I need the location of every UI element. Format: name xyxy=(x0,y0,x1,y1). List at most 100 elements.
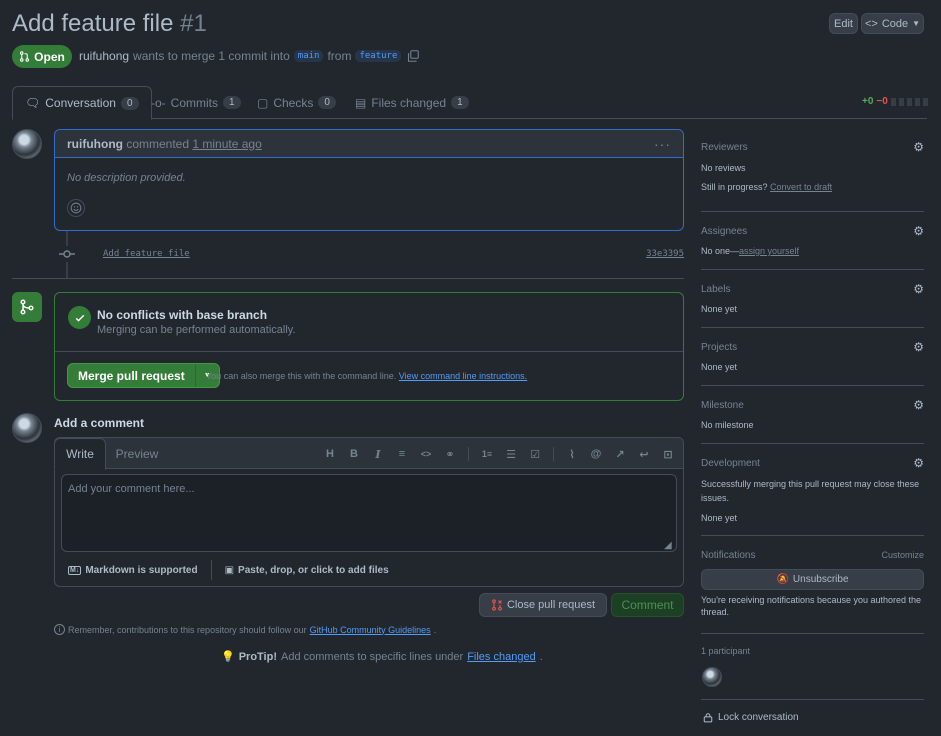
gear-icon[interactable]: ⚙ xyxy=(913,282,924,296)
toolbar-divider xyxy=(553,447,554,461)
link-icon[interactable]: ⚭ xyxy=(443,447,457,461)
author-link[interactable]: ruifuhong xyxy=(79,49,129,63)
fullscreen-icon[interactable]: ⊡ xyxy=(661,447,675,461)
gear-icon[interactable]: ⚙ xyxy=(913,340,924,354)
gear-icon[interactable]: ⚙ xyxy=(913,224,924,238)
head-branch[interactable]: feature xyxy=(355,50,402,62)
light-bulb-icon: 💡 xyxy=(221,651,235,663)
editor-toolbar: Write Preview H B I ≡ <> ⚭ 1≡ ☰ ☑ ⌇ @ ↗ … xyxy=(54,438,683,470)
base-branch[interactable]: main xyxy=(293,50,324,62)
tab-counter: 1 xyxy=(451,96,469,109)
convert-to-draft-link[interactable]: Convert to draft xyxy=(770,182,832,192)
avatar[interactable] xyxy=(702,667,722,687)
merge-status: No conflicts with base branch Merging ca… xyxy=(55,293,683,352)
tab-label: Conversation xyxy=(45,96,116,110)
comment-author[interactable]: ruifuhong xyxy=(67,137,123,151)
code-label: Code xyxy=(881,17,909,30)
commit-message[interactable]: Add feature file xyxy=(103,249,190,259)
assignees-text: No one— xyxy=(701,246,740,256)
tab-checks[interactable]: ▢ Checks 0 xyxy=(257,86,336,119)
comment-button[interactable]: Comment xyxy=(611,593,684,617)
meta-from: from xyxy=(327,49,352,63)
code-icon[interactable]: <> xyxy=(419,447,433,461)
attach-label: Paste, drop, or click to add files xyxy=(238,564,389,576)
copy-icon[interactable] xyxy=(407,50,420,62)
comment-time[interactable]: 1 minute ago xyxy=(192,137,261,151)
draft-note: Still in progress? Convert to draft xyxy=(701,182,832,192)
tab-label: Files changed xyxy=(371,95,447,110)
gear-icon[interactable]: ⚙ xyxy=(913,140,924,154)
heading-icon[interactable]: H xyxy=(323,447,337,461)
commit-row: Add feature file 33e3395 xyxy=(59,246,684,262)
cross-reference-icon[interactable]: ↗ xyxy=(613,447,627,461)
quote-icon[interactable]: ≡ xyxy=(395,447,409,461)
comment-editor: Write Preview H B I ≡ <> ⚭ 1≡ ☰ ☑ ⌇ @ ↗ … xyxy=(54,437,684,587)
check-icon xyxy=(68,306,91,329)
sidebar-notifications: Notifications Customize You're receiving… xyxy=(701,550,924,634)
image-icon: ▣ xyxy=(224,564,235,576)
sidebar-title[interactable]: Projects xyxy=(701,342,737,353)
development-none: None yet xyxy=(701,513,738,523)
sidebar-title[interactable]: Milestone xyxy=(701,400,744,411)
commit-sha[interactable]: 33e3395 xyxy=(646,249,684,259)
meta-text: wants to merge 1 commit into xyxy=(133,49,290,63)
avatar[interactable] xyxy=(12,129,42,159)
unordered-list-icon[interactable]: ☰ xyxy=(504,447,518,461)
lock-label: Lock conversation xyxy=(718,712,799,723)
tab-counter: 0 xyxy=(318,96,336,109)
lock-conversation[interactable]: Lock conversation xyxy=(703,712,799,723)
close-pull-request-button[interactable]: Close pull request xyxy=(479,593,607,617)
code-button[interactable]: <> Code ▼ xyxy=(861,13,924,34)
sidebar-labels: Labels ⚙ None yet xyxy=(701,282,924,328)
comment-textarea[interactable]: Add your comment here... xyxy=(61,474,677,552)
sidebar-projects: Projects ⚙ None yet xyxy=(701,340,924,386)
add-comment-heading: Add a comment xyxy=(54,416,145,430)
comment-header: ruifuhong commented 1 minute ago ··· xyxy=(55,130,683,158)
command-line-link[interactable]: View command line instructions. xyxy=(399,371,527,381)
edit-button[interactable]: Edit xyxy=(829,13,858,34)
resize-handle-icon[interactable]: ◢ xyxy=(664,540,672,551)
tab-preview[interactable]: Preview xyxy=(107,438,167,470)
ordered-list-icon[interactable]: 1≡ xyxy=(480,447,494,461)
tab-files-changed[interactable]: ▤ Files changed 1 xyxy=(355,86,469,119)
tab-commits[interactable]: -o- Commits 1 xyxy=(151,86,241,119)
bold-icon[interactable]: B xyxy=(347,447,361,461)
sidebar-title[interactable]: Reviewers xyxy=(701,142,748,153)
footer-divider xyxy=(210,560,212,580)
diffstat-additions: +0 xyxy=(862,96,874,107)
kebab-menu-icon[interactable]: ··· xyxy=(654,136,671,152)
guidelines-note: i Remember, contributions to this reposi… xyxy=(54,624,436,635)
attach-files[interactable]: ▣ Paste, drop, or click to add files xyxy=(225,565,389,576)
diffstat-block xyxy=(890,97,896,106)
sidebar-title[interactable]: Labels xyxy=(701,284,730,295)
files-changed-link[interactable]: Files changed xyxy=(467,651,536,663)
sidebar-title[interactable]: Assignees xyxy=(701,226,747,237)
tab-write[interactable]: Write xyxy=(54,438,106,470)
customize-link[interactable]: Customize xyxy=(881,550,924,560)
smiley-icon[interactable] xyxy=(67,199,85,217)
reply-icon[interactable]: ↩ xyxy=(637,447,651,461)
gear-icon[interactable]: ⚙ xyxy=(913,456,924,470)
avatar[interactable] xyxy=(12,413,42,443)
guidelines-link[interactable]: GitHub Community Guidelines xyxy=(310,625,431,635)
sidebar-title[interactable]: Development xyxy=(701,458,760,469)
mention-icon[interactable]: @ xyxy=(589,447,603,461)
bell-slash-icon: 🔕 xyxy=(776,574,789,585)
task-list-icon[interactable]: ☑ xyxy=(528,447,542,461)
markdown-icon: M↓ xyxy=(68,565,82,575)
comment-box: ruifuhong commented 1 minute ago ··· No … xyxy=(54,129,684,231)
merge-hint: You can also merge this with the command… xyxy=(206,371,527,381)
merge-pull-request-button[interactable]: Merge pull request xyxy=(68,364,196,387)
unsubscribe-button[interactable]: 🔕 Unsubscribe xyxy=(701,569,924,590)
diffstat-block xyxy=(898,97,904,106)
italic-icon[interactable]: I xyxy=(371,447,385,461)
gear-icon[interactable]: ⚙ xyxy=(913,398,924,412)
markdown-note[interactable]: M↓ Markdown is supported xyxy=(68,565,198,576)
assign-yourself-link[interactable]: assign yourself xyxy=(739,246,799,256)
merge-title: No conflicts with base branch xyxy=(97,308,268,322)
development-value: Successfully merging this pull request m… xyxy=(701,479,920,503)
diffstat-block xyxy=(922,97,928,106)
paperclip-icon[interactable]: ⌇ xyxy=(565,447,579,461)
protip: 💡 ProTip! Add comments to specific lines… xyxy=(221,650,543,664)
tab-conversation[interactable]: 🗨 Conversation 0 xyxy=(12,86,152,120)
